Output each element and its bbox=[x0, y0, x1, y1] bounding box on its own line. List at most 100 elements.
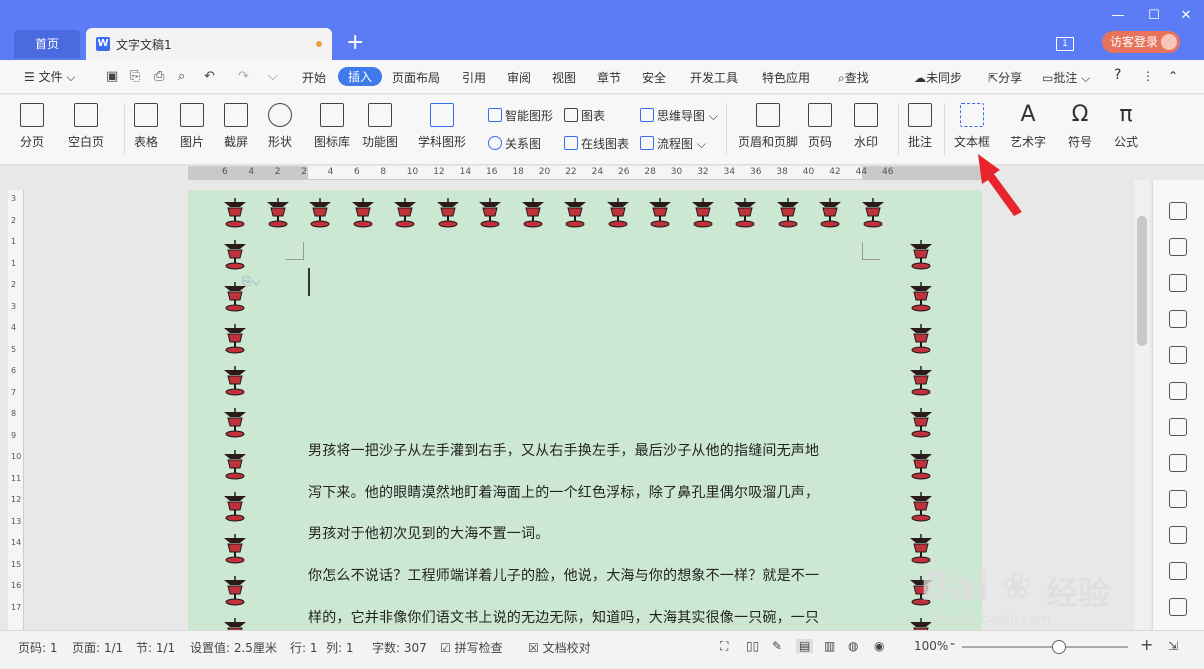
scrollbar-thumb[interactable] bbox=[1137, 216, 1147, 346]
comment-insert-button[interactable]: 批注 bbox=[908, 103, 932, 150]
save-icon[interactable]: ▣ bbox=[106, 69, 118, 84]
grid-icon[interactable] bbox=[1169, 310, 1187, 328]
fill-icon[interactable] bbox=[1169, 274, 1187, 292]
eye-protect-icon[interactable]: ◉ bbox=[874, 639, 884, 653]
zoom-slider[interactable] bbox=[962, 646, 1128, 648]
redo-icon[interactable]: ↷ bbox=[238, 69, 249, 84]
edit-mode-icon[interactable]: ✎ bbox=[772, 639, 782, 653]
status-row[interactable]: 行: 1 bbox=[290, 639, 318, 656]
table-button[interactable]: 表格 bbox=[134, 103, 158, 150]
web-view-icon[interactable]: ◍ bbox=[848, 639, 858, 653]
menu-reference[interactable]: 引用 bbox=[462, 69, 486, 86]
flowchart-button[interactable]: 流程图 ⌵ bbox=[640, 135, 706, 152]
zoom-out-button[interactable]: - bbox=[950, 636, 955, 652]
pen-icon[interactable] bbox=[1169, 202, 1187, 220]
doc-proof-button[interactable]: ☒ 文档校对 bbox=[528, 639, 591, 656]
status-page-code[interactable]: 页码: 1 bbox=[18, 639, 58, 656]
page-view-icon[interactable]: ▤ bbox=[796, 639, 814, 653]
print-icon[interactable]: ⎙ bbox=[154, 69, 164, 84]
minimize-button[interactable]: — bbox=[1106, 8, 1130, 23]
menu-find[interactable]: ⌕查找 bbox=[838, 69, 869, 86]
smart-art-button[interactable]: 智能图形 bbox=[488, 107, 553, 124]
paste-options-icon[interactable]: ⎘⌵ bbox=[242, 274, 261, 289]
menu-start[interactable]: 开始 bbox=[302, 69, 326, 86]
outline-view-icon[interactable]: ▥ bbox=[824, 639, 835, 653]
zoom-in-button[interactable]: + bbox=[1140, 635, 1153, 654]
format-painter-icon[interactable]: ⎘ bbox=[130, 69, 140, 84]
read-mode-icon[interactable]: ▯▯ bbox=[746, 639, 759, 653]
status-col[interactable]: 列: 1 bbox=[326, 639, 354, 656]
comment-menu[interactable]: ▭批注 ⌵ bbox=[1042, 69, 1090, 86]
status-page[interactable]: 页面: 1/1 bbox=[72, 639, 123, 656]
subject-graph-button[interactable]: 学科图形 bbox=[418, 103, 466, 150]
page-number-button[interactable]: 页码 bbox=[808, 103, 832, 150]
fullscreen-icon[interactable]: ⛶ bbox=[720, 639, 728, 654]
relation-chart-button[interactable]: 关系图 bbox=[488, 135, 541, 152]
menu-view[interactable]: 视图 bbox=[552, 69, 576, 86]
symbol-button[interactable]: Ω 符号 bbox=[1068, 103, 1092, 150]
chart-bar-icon[interactable] bbox=[1169, 382, 1187, 400]
shapes-icon[interactable] bbox=[1169, 238, 1187, 256]
formula-button[interactable]: π 公式 bbox=[1114, 103, 1138, 150]
status-section[interactable]: 节: 1/1 bbox=[136, 639, 175, 656]
menu-features[interactable]: 特色应用 bbox=[762, 69, 810, 86]
watermark-button[interactable]: 水印 bbox=[854, 103, 878, 150]
sliders-icon[interactable] bbox=[1169, 418, 1187, 436]
file-menu[interactable]: ☰ 文件 ⌵ bbox=[24, 68, 76, 85]
menu-insert[interactable]: 插入 bbox=[338, 67, 383, 86]
new-tab-button[interactable]: + bbox=[346, 30, 364, 56]
ruler-tick-label: 16 bbox=[11, 581, 22, 590]
zoom-level[interactable]: 100% bbox=[914, 639, 948, 653]
tab-home[interactable]: 首页 bbox=[14, 30, 80, 58]
more-icon[interactable]: ⌵ bbox=[268, 69, 278, 84]
export-icon[interactable] bbox=[1169, 490, 1187, 508]
header-footer-button[interactable]: 页眉和页脚 bbox=[738, 103, 798, 150]
picture-icon[interactable] bbox=[1169, 598, 1187, 616]
shape-button[interactable]: 形状 bbox=[268, 103, 292, 150]
image-icon[interactable] bbox=[1169, 454, 1187, 472]
archive-icon[interactable] bbox=[1169, 562, 1187, 580]
mind-map-button[interactable]: 思维导图 ⌵ bbox=[640, 107, 718, 124]
tab-document[interactable]: W 文字文稿1 bbox=[86, 28, 332, 60]
document-page[interactable] bbox=[188, 190, 982, 630]
ruler-tick-label: 24 bbox=[591, 167, 604, 177]
close-button[interactable]: ✕ bbox=[1174, 8, 1198, 23]
spell-check-button[interactable]: ☑ 拼写检查 bbox=[440, 639, 503, 656]
fit-page-icon[interactable]: ⇲ bbox=[1168, 639, 1178, 653]
word-art-button[interactable]: A 艺术字 bbox=[1010, 103, 1046, 150]
sync-status[interactable]: ☁未同步 bbox=[914, 69, 962, 86]
blank-page-button[interactable]: 空白页 bbox=[68, 103, 104, 150]
menu-review[interactable]: 审阅 bbox=[507, 69, 531, 86]
picture-button[interactable]: 图片 bbox=[180, 103, 204, 150]
help-button[interactable]: ? bbox=[1114, 67, 1121, 83]
menu-page-layout[interactable]: 页面布局 bbox=[392, 69, 440, 86]
function-chart-icon bbox=[368, 103, 392, 127]
menu-developer[interactable]: 开发工具 bbox=[690, 69, 738, 86]
share-button[interactable]: ⇱分享 bbox=[988, 69, 1022, 86]
text-box-button[interactable]: 文本框 bbox=[954, 103, 990, 150]
zoom-slider-handle[interactable] bbox=[1052, 640, 1066, 654]
more-options-icon[interactable]: ⋮ bbox=[1142, 69, 1154, 83]
function-chart-button[interactable]: 功能图 bbox=[362, 103, 398, 150]
vertical-ruler[interactable]: 3 2 1 1 2 3 4 5 6 7 8 9 10 11 12 13 14 15 16 17 bbox=[8, 190, 24, 630]
page-break-button[interactable]: 分页 bbox=[20, 103, 44, 150]
icon-library-button[interactable]: 图标库 bbox=[314, 103, 350, 150]
menu-security[interactable]: 安全 bbox=[642, 69, 666, 86]
visitor-login-button[interactable]: 访客登录 bbox=[1102, 31, 1180, 53]
status-words[interactable]: 字数: 307 bbox=[372, 639, 427, 656]
translate-icon[interactable] bbox=[1169, 526, 1187, 544]
print-preview-icon[interactable]: ⌕ bbox=[178, 69, 185, 84]
screenshot-button[interactable]: 截屏 bbox=[224, 103, 248, 150]
menu-chapter[interactable]: 章节 bbox=[597, 69, 621, 86]
subject-graph-label: 学科图形 bbox=[418, 135, 467, 149]
maximize-button[interactable]: ☐ bbox=[1142, 8, 1166, 23]
layout-icon[interactable] bbox=[1169, 346, 1187, 364]
collapse-ribbon-icon[interactable]: ⌃ bbox=[1168, 69, 1178, 83]
window-count-badge[interactable]: 1 bbox=[1056, 37, 1074, 51]
online-chart-button[interactable]: 在线图表 bbox=[564, 135, 629, 152]
formula-label: 公式 bbox=[1114, 135, 1139, 149]
chart-button[interactable]: 图表 bbox=[564, 107, 605, 124]
ruler-tick-label: 5 bbox=[11, 344, 17, 354]
undo-icon[interactable]: ↶ bbox=[204, 69, 215, 84]
status-setting[interactable]: 设置值: 2.5厘米 bbox=[190, 639, 277, 656]
